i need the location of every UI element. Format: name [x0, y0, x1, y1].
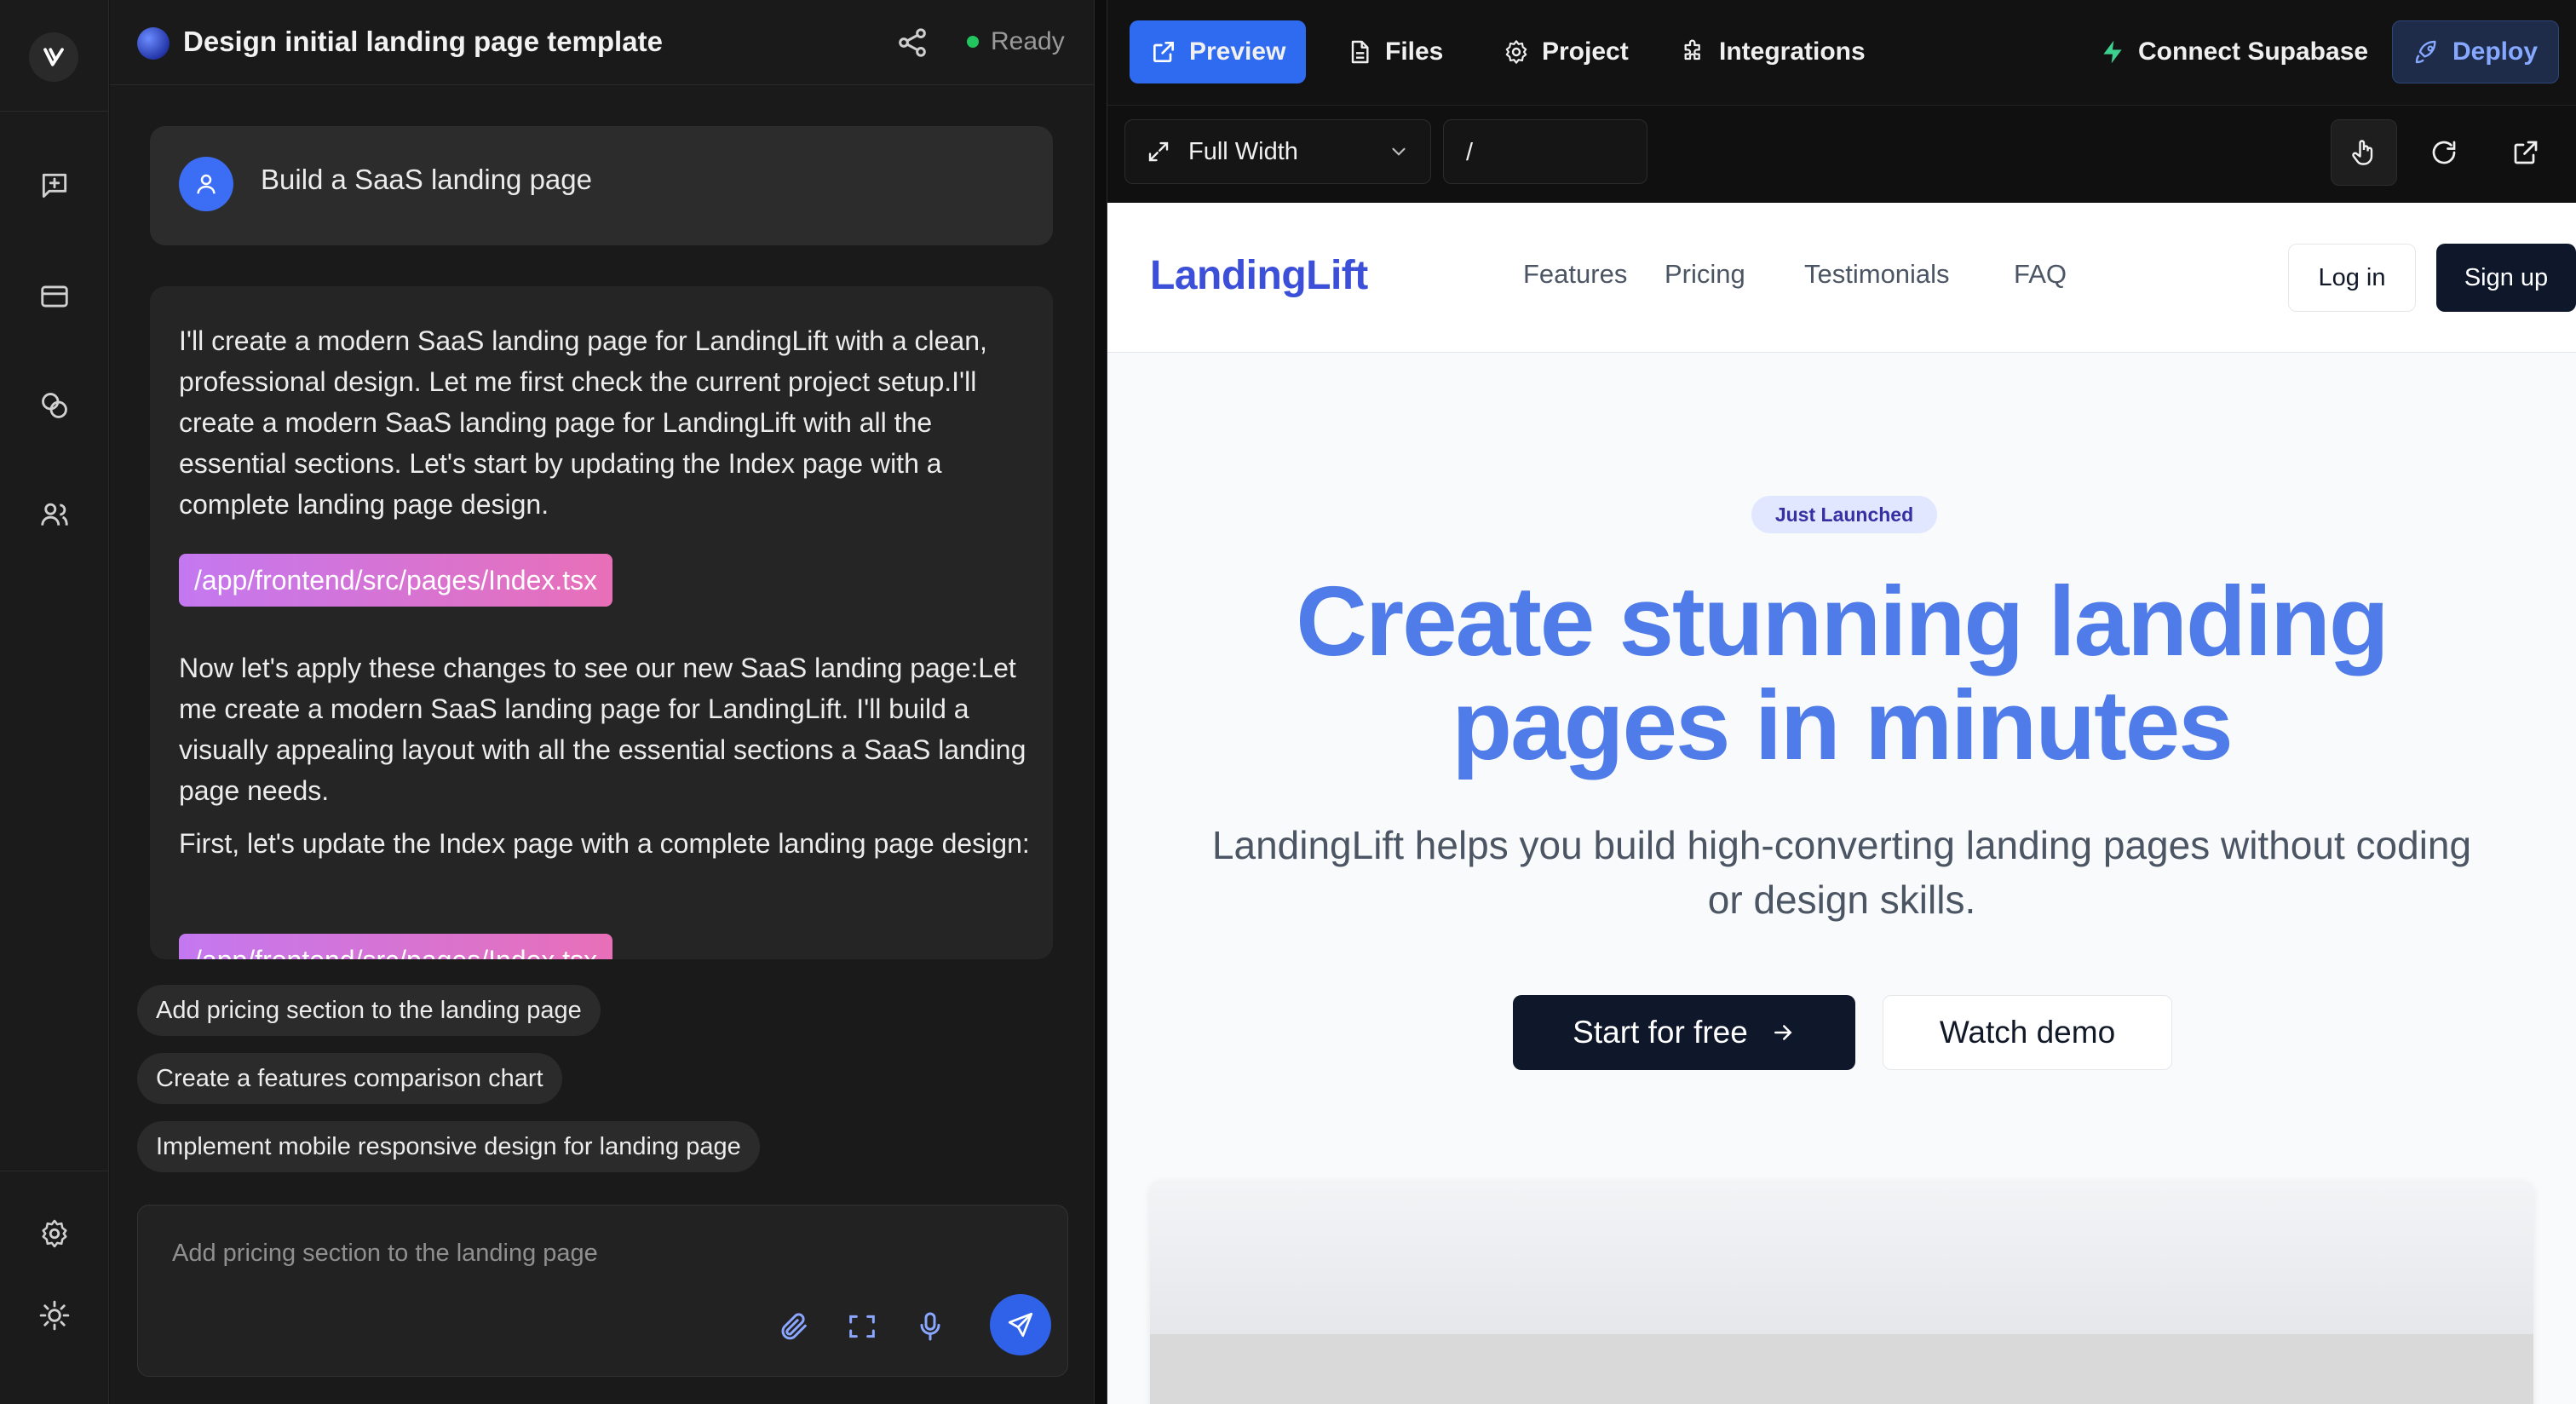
- coins-button[interactable]: [32, 383, 77, 428]
- select-element-button[interactable]: [2331, 119, 2397, 186]
- external-link-icon: [1153, 42, 1174, 62]
- deploy-label: Deploy: [2452, 37, 2539, 66]
- path-input[interactable]: /: [1443, 119, 1647, 184]
- status-indicator: Ready: [967, 27, 1065, 56]
- panel-resize-handle[interactable]: [1094, 0, 1107, 1404]
- launch-badge: Just Launched: [1751, 496, 1937, 533]
- paperclip-icon[interactable]: [777, 1309, 811, 1344]
- nav-link-faq[interactable]: FAQ: [2014, 259, 2067, 290]
- credit-card-icon: [41, 285, 68, 308]
- settings-button[interactable]: [32, 1211, 77, 1256]
- user-avatar: [179, 157, 233, 211]
- hero-subtitle: LandingLift helps you build high-convert…: [1211, 823, 2472, 922]
- rocket-icon: [2415, 40, 2436, 64]
- share-icon[interactable]: [895, 26, 929, 60]
- message-plus-icon: [42, 173, 67, 199]
- tab-preview[interactable]: Preview: [1130, 20, 1307, 83]
- assistant-paragraph: I'll create a modern SaaS landing page f…: [179, 325, 987, 520]
- gear-icon: [1505, 40, 1527, 64]
- hero-image-placeholder: [1150, 1181, 2533, 1404]
- app-logo[interactable]: [29, 32, 78, 82]
- connect-supabase-label: Connect Supabase: [2138, 37, 2369, 66]
- external-link-icon: [2514, 141, 2538, 164]
- tab-preview-label: Preview: [1189, 37, 1286, 66]
- message-input[interactable]: Add pricing section to the landing page: [172, 1240, 939, 1268]
- user-message: Build a SaaS landing page: [150, 126, 1053, 245]
- billing-button[interactable]: [32, 274, 77, 319]
- viewport-width-value: Full Width: [1188, 137, 1298, 165]
- coins-icon: [42, 393, 67, 418]
- team-button[interactable]: [32, 492, 77, 537]
- tab-project[interactable]: Project: [1482, 20, 1649, 83]
- tab-integrations[interactable]: Integrations: [1659, 20, 1886, 83]
- hero-title-line: pages in minutes: [1452, 670, 2234, 780]
- connect-supabase-button[interactable]: Connect Supabase: [2079, 20, 2389, 83]
- file-icon: [1351, 40, 1369, 64]
- assistant-paragraph: First, let's update the Index page with …: [179, 828, 1030, 859]
- chat-title: Design initial landing page template: [183, 26, 663, 57]
- signup-button[interactable]: Sign up: [2436, 244, 2576, 312]
- site-navbar: LandingLift Features Pricing Testimonial…: [1107, 203, 2576, 353]
- status-text: Ready: [991, 27, 1065, 55]
- viewport-width-select[interactable]: Full Width: [1124, 119, 1431, 184]
- hero-title: Create stunning landing pages in minutes: [1107, 569, 2576, 777]
- hero-title-line: Create stunning landing: [1296, 566, 2389, 676]
- supabase-icon: [2103, 40, 2122, 64]
- sun-icon: [39, 1300, 70, 1331]
- chat-header: Design initial landing page template Rea…: [110, 0, 1094, 85]
- expand-icon: [1148, 141, 1169, 162]
- project-avatar: [137, 27, 170, 60]
- arrow-right-icon: [1774, 1025, 1792, 1040]
- tab-files[interactable]: Files: [1325, 20, 1463, 83]
- logo-icon: [43, 48, 64, 66]
- watch-demo-button[interactable]: Watch demo: [1883, 995, 2172, 1070]
- puzzle-icon: [1684, 39, 1700, 60]
- deploy-button[interactable]: Deploy: [2392, 20, 2560, 83]
- refresh-button[interactable]: [2411, 119, 2477, 186]
- suggestion-chip[interactable]: Add pricing section to the landing page: [137, 985, 601, 1036]
- status-dot: [967, 36, 979, 48]
- theme-toggle-button[interactable]: [32, 1293, 77, 1338]
- start-free-label: Start for free: [1573, 1015, 1748, 1050]
- users-icon: [41, 503, 68, 526]
- refresh-icon: [2432, 141, 2456, 164]
- send-icon: [1008, 1312, 1033, 1338]
- open-new-tab-button[interactable]: [2493, 119, 2559, 186]
- suggestion-chip[interactable]: Create a features comparison chart: [137, 1053, 562, 1104]
- gear-icon: [42, 1219, 67, 1248]
- file-chip[interactable]: /app/frontend/src/pages/Index.tsx: [179, 554, 613, 607]
- tab-files-label: Files: [1385, 37, 1444, 66]
- screenshot-icon[interactable]: [845, 1309, 879, 1344]
- preview-address-bar: Full Width /: [1107, 106, 2576, 203]
- chevron-down-icon: [1392, 147, 1406, 156]
- assistant-message: I'll create a modern SaaS landing page f…: [150, 286, 1053, 959]
- user-icon: [197, 174, 216, 194]
- microphone-icon[interactable]: [913, 1309, 947, 1344]
- user-message-text: Build a SaaS landing page: [261, 164, 592, 195]
- assistant-paragraph: Now let's apply these changes to see our…: [179, 653, 1026, 806]
- nav-link-testimonials[interactable]: Testimonials: [1804, 259, 1950, 290]
- tab-project-label: Project: [1542, 37, 1629, 66]
- nav-link-pricing[interactable]: Pricing: [1665, 259, 1745, 290]
- preview-pane: Preview Files Project Integrations Conne…: [1107, 0, 2576, 1404]
- tab-integrations-label: Integrations: [1719, 37, 1866, 66]
- new-chat-button[interactable]: [32, 164, 77, 208]
- login-button[interactable]: Log in: [2288, 244, 2416, 312]
- site-brand-logo[interactable]: LandingLift: [1150, 252, 1368, 299]
- send-button[interactable]: [990, 1294, 1051, 1355]
- nav-link-features[interactable]: Features: [1523, 259, 1627, 290]
- rail-divider: [0, 111, 109, 112]
- preview-site: LandingLift Features Pricing Testimonial…: [1107, 203, 2576, 1404]
- pointer-hand-icon: [2352, 140, 2373, 165]
- preview-toolbar: Preview Files Project Integrations Conne…: [1107, 0, 2576, 106]
- left-rail: [0, 0, 109, 1404]
- start-free-button[interactable]: Start for free: [1513, 995, 1855, 1070]
- chat-panel: Design initial landing page template Rea…: [110, 0, 1094, 1404]
- message-composer[interactable]: Add pricing section to the landing page: [137, 1205, 1068, 1377]
- suggestion-chip[interactable]: Implement mobile responsive design for l…: [137, 1121, 760, 1172]
- file-chip[interactable]: /app/frontend/src/pages/Index.tsx: [179, 934, 613, 959]
